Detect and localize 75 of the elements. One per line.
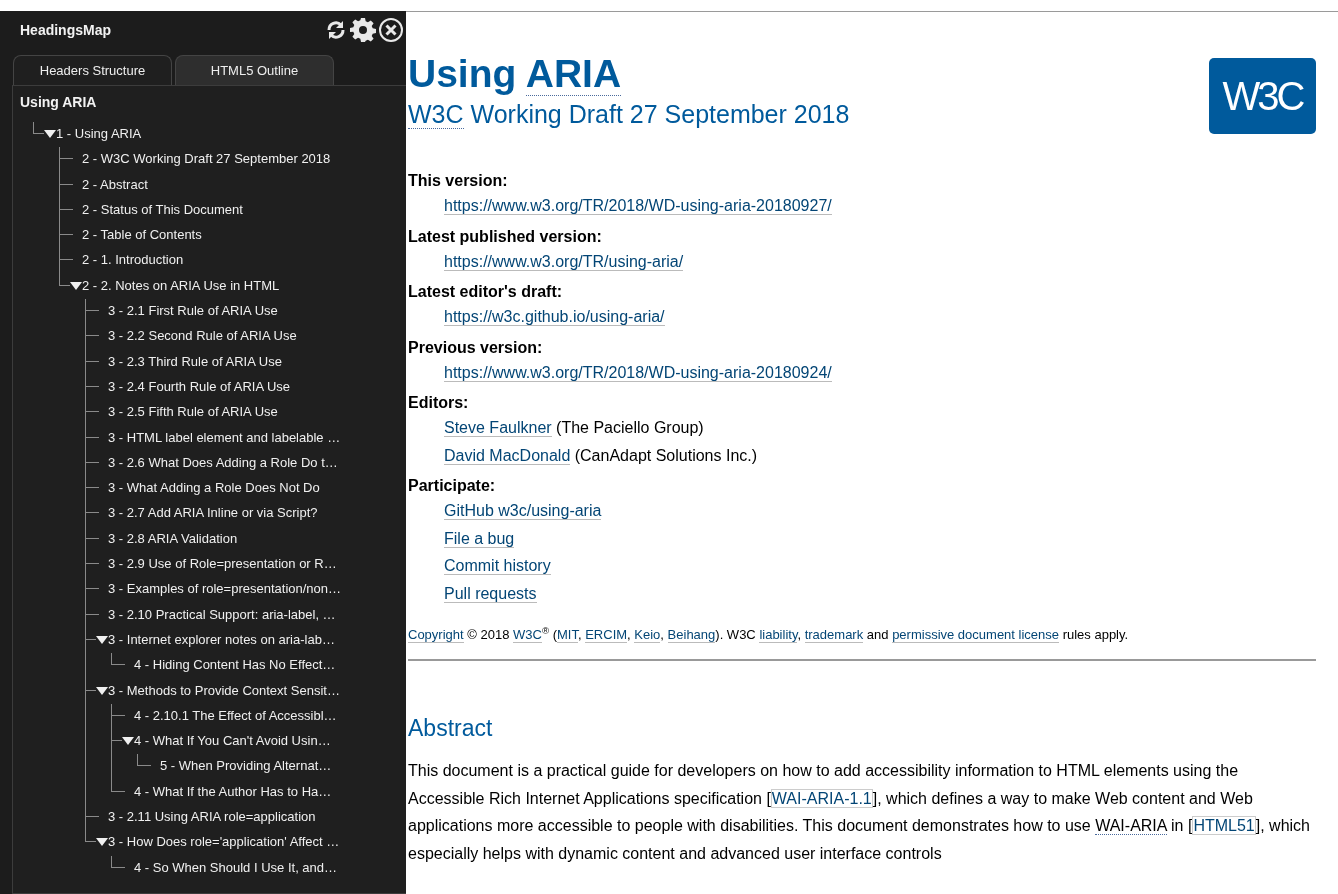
outline-item[interactable]: 3 - 2.2 Second Rule of ARIA Use	[108, 324, 297, 349]
outline-item[interactable]: 3 - Examples of role=presentation/non…	[108, 577, 342, 602]
outline-item[interactable]: 3 - 2.11 Using ARIA role=application	[108, 805, 316, 829]
outline-item[interactable]: 3 - 2.6 What Does Adding a Role Do t…	[108, 450, 338, 475]
outline-item[interactable]: 3 - 2.5 Fifth Rule of ARIA Use	[108, 400, 278, 425]
outline-title: Using ARIA	[19, 93, 98, 112]
outline-item[interactable]: 3 - 2.8 ARIA Validation	[108, 526, 238, 551]
link[interactable]: permissive document license	[892, 627, 1060, 643]
outline-item[interactable]: 2 - Status of This Document	[82, 197, 243, 222]
link[interactable]: File a bug	[444, 529, 515, 548]
outline-item[interactable]: 3 - HTML label element and labelable …	[108, 425, 341, 450]
outline-item[interactable]: 3 - 2.1 First Rule of ARIA Use	[108, 299, 278, 324]
sidebar-title: HeadingsMap	[20, 20, 111, 40]
field-label: Editors:	[408, 393, 470, 413]
panel-tab[interactable]: HTML5 Outline	[175, 55, 334, 85]
outline-item[interactable]: 3 - 2.10 Practical Support: aria-label, …	[108, 602, 336, 627]
abstract-paragraph: This document is a practical guide for developers on how to add accessibility information to HTML elements using the Accessible Rich Internet Applications specification [WAI-ARIA-1.1], which defines a way to make Web content and Web applications more accessible to people with disabilities. This document demonstrates how to use WAI-ARIA in [HTML51], which especially helps with dynamic content and advanced user interface controls	[408, 761, 1311, 864]
affiliation-text: (CanAdapt Solutions Inc.)	[573, 446, 758, 464]
link[interactable]: Beihang	[667, 627, 716, 643]
outline-item[interactable]: 5 - When Providing Alternat…	[160, 754, 332, 779]
link[interactable]: Copyright	[408, 627, 464, 643]
outline-item[interactable]: 2 - 2. Notes on ARIA Use in HTML	[82, 273, 280, 298]
expand-triangle-icon[interactable]	[96, 838, 108, 847]
outline-item[interactable]: 4 - So When Should I Use It, and…	[134, 855, 338, 880]
outline-item[interactable]: 4 - 2.10.1 The Effect of Accessibl…	[134, 703, 337, 728]
outline-item[interactable]: 3 - Methods to Provide Context Sensit…	[108, 678, 340, 703]
affiliation-text: (The Paciello Group)	[555, 419, 704, 436]
outline-item[interactable]: 3 - 2.4 Fourth Rule of ARIA Use	[108, 374, 291, 399]
close-icon[interactable]	[378, 17, 404, 43]
settings-icon[interactable]	[350, 17, 376, 43]
field-label: Previous version:	[408, 337, 544, 358]
link[interactable]: trademark	[804, 627, 864, 643]
expand-triangle-icon[interactable]	[96, 635, 108, 644]
link[interactable]: Steve Faulkner	[444, 419, 552, 437]
expand-triangle-icon[interactable]	[44, 130, 56, 138]
field-label: This version:	[408, 171, 509, 191]
page-title: Using ARIA	[408, 52, 623, 96]
link[interactable]: Commit history	[444, 557, 551, 575]
outline-item[interactable]: 2 - Abstract	[82, 172, 148, 197]
section-heading: Abstract	[408, 714, 494, 743]
outline-item[interactable]: 4 - What If You Can't Avoid Usin…	[134, 729, 331, 754]
outline-item[interactable]: 3 - 2.7 Add ARIA Inline or via Script?	[108, 501, 318, 526]
page-subtitle: W3C Working Draft 27 September 2018	[408, 99, 850, 130]
field-label: Latest published version:	[408, 226, 603, 247]
reference-link[interactable]: HTML51	[1192, 816, 1256, 835]
link[interactable]: GitHub w3c/using-aria	[444, 502, 602, 520]
outline-item[interactable]: 2 - 1. Introduction	[82, 248, 184, 273]
outline-item[interactable]: 3 - 2.9 Use of Role=presentation or R…	[108, 552, 337, 577]
outline-item[interactable]: 3 - 2.3 Third Rule of ARIA Use	[108, 349, 282, 374]
link[interactable]: https://www.w3.org/TR/2018/WD-using-aria-20180927/	[444, 197, 832, 215]
w3c-logo[interactable]: W3C	[1209, 58, 1316, 134]
outline-item[interactable]: 1 - Using ARIA	[56, 122, 142, 146]
link[interactable]: ERCIM	[585, 627, 628, 643]
panel-tab[interactable]: Headers Structure	[13, 55, 172, 85]
link[interactable]: https://www.w3.org/TR/2018/WD-using-aria-20180924/	[444, 363, 832, 382]
field-label: Participate:	[408, 476, 497, 496]
link[interactable]: https://w3c.github.io/using-aria/	[444, 308, 665, 326]
expand-triangle-icon[interactable]	[122, 737, 134, 746]
link[interactable]: David MacDonald	[444, 446, 571, 465]
link[interactable]: W3C	[513, 627, 542, 643]
outline-item[interactable]: 2 - W3C Working Draft 27 September 2018	[82, 147, 331, 172]
reference-link[interactable]: WAI-ARIA-1.1	[770, 788, 873, 808]
link[interactable]: Pull requests	[444, 584, 537, 603]
outline-item[interactable]: 3 - What Adding a Role Does Not Do	[108, 476, 320, 501]
expand-triangle-icon[interactable]	[70, 281, 82, 290]
outline-item[interactable]: 4 - What If the Author Has to Ha…	[134, 779, 332, 804]
copyright-text: Copyright © 2018 W3C$^{®}$ (MIT, ERCIM, Keio, Beihang). W3C liability, trademark and permissive document license rules apply.	[408, 625, 1130, 645]
outline-item[interactable]: 2 - Table of Contents	[82, 223, 202, 248]
link[interactable]: MIT	[557, 627, 578, 643]
field-label: Latest editor's draft:	[408, 282, 564, 302]
link[interactable]: https://www.w3.org/TR/using-aria/	[444, 252, 684, 271]
outline-item[interactable]: 3 - Internet explorer notes on aria-lab…	[108, 627, 335, 652]
outline-item[interactable]: 4 - Hiding Content Has No Effect…	[134, 653, 336, 678]
expand-triangle-icon[interactable]	[96, 686, 108, 695]
outline-item[interactable]: 3 - How Does role='application' Affect …	[108, 830, 340, 855]
